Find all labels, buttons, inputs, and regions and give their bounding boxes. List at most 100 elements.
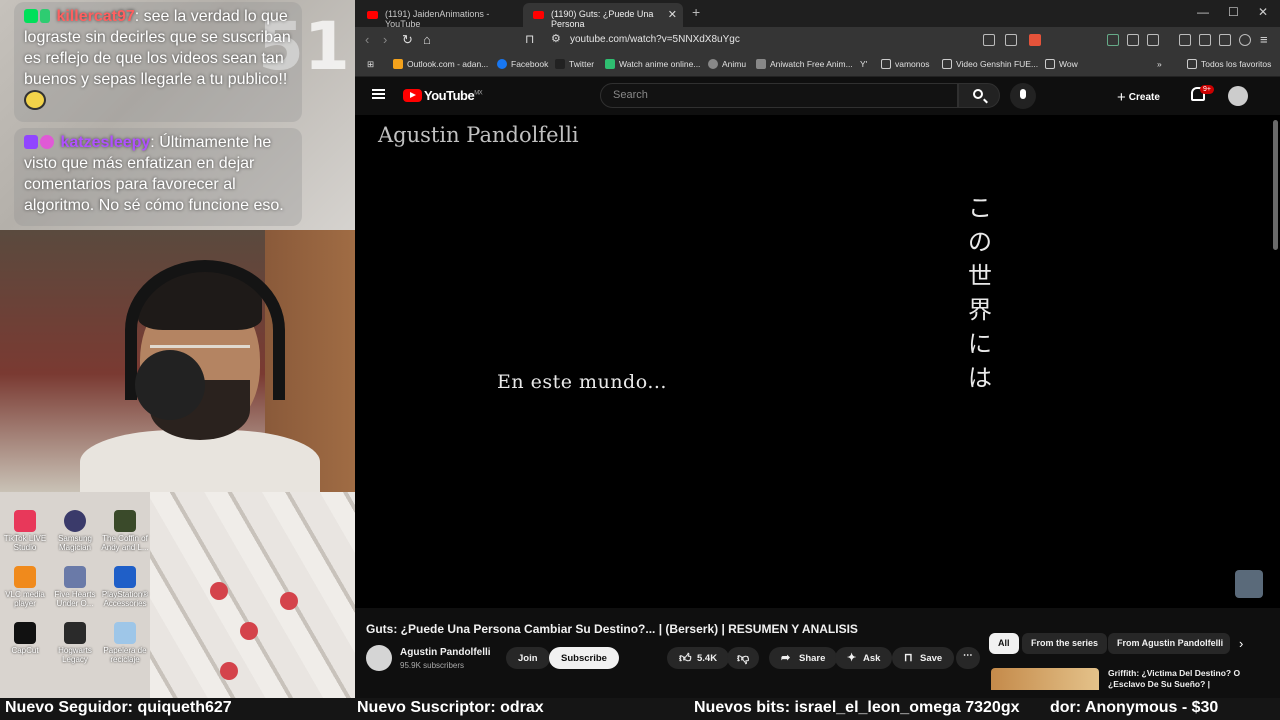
share-page-icon[interactable] [1005,34,1017,46]
video-player[interactable]: Agustin Pandolfelli こ の 世 界 に は En este … [355,115,1280,608]
channel-watermark-icon[interactable] [1235,570,1263,598]
voice-search-button[interactable] [1010,83,1036,109]
minimize-icon[interactable]: — [1197,5,1209,19]
bookmark-twitter[interactable]: Twitter [555,59,594,69]
desktop-icon-tiktok[interactable]: TikTok LIVE Studio [0,510,50,552]
bookmark-icon[interactable]: ⊓ [525,32,534,46]
desktop-icon-recycle-bin[interactable]: Papelera de reciclaje [100,622,150,664]
chevron-right-icon[interactable]: › [1239,636,1243,651]
bookmark-outlook[interactable]: Outlook.com - adan... [393,59,488,69]
forward-icon[interactable]: › [383,32,387,47]
globe-icon [708,59,718,69]
address-bar: ‹ › ↻ ⌂ ⊓ ⚙ youtube.com/watch?v=5NNXdX8u… [355,27,1280,53]
subscriber-count: 95.9K subscribers [400,661,465,670]
hamburger-menu-icon[interactable] [372,89,385,99]
recommended-title[interactable]: Griffith: ¿Victima Del Destino? O ¿Escla… [1108,668,1268,690]
chip-from-series[interactable]: From the series [1022,633,1108,654]
desktop-icon-vlc[interactable]: VLC media player [0,566,50,608]
join-button[interactable]: Join [506,647,550,669]
notification-count: 9+ [1200,85,1214,94]
desktop-icon-five-hearts[interactable]: Five Hearts Under O... [50,566,100,608]
wallpaper-art [150,492,355,698]
facebook-icon [497,59,507,69]
tab-bar: (1191) JaidenAnimations - YouTube (1190)… [355,0,1280,29]
tab-title: (1190) Guts: ¿Puede Una Persona [551,9,654,29]
bookmark-animu[interactable]: Animu [708,59,746,69]
reload-icon[interactable]: ↻ [402,32,413,48]
create-button[interactable]: + Create [1117,84,1160,108]
bookmark-facebook[interactable]: Facebook [497,59,548,69]
chip-from-channel[interactable]: From Agustin Pandolfelli [1108,633,1230,654]
desktop-icon-hogwarts[interactable]: Hogwarts Legacy [50,622,100,664]
home-icon[interactable]: ⌂ [423,32,431,47]
like-button[interactable]: 👍︎ 5.4K [667,647,730,669]
bookmark-misc[interactable]: Y' [860,59,867,69]
scrollbar[interactable] [1273,120,1278,250]
apps-icon[interactable]: ⊞ [367,59,374,70]
subscribe-button[interactable]: Subscribe [549,647,619,669]
music-icon[interactable] [1179,34,1191,46]
flower-shape [240,622,258,640]
tab-jaiden[interactable]: (1191) JaidenAnimations - YouTube [357,3,519,29]
wallet-icon[interactable] [1199,34,1211,46]
close-window-icon[interactable]: ✕ [1258,5,1268,19]
desktop-icon-coffin[interactable]: The Coffin of Andy and L... [100,510,150,552]
new-tab-button[interactable]: + [692,4,700,20]
menu-icon[interactable]: ≡ [1260,32,1268,47]
desktop-icon-label: CapCut [11,646,39,655]
ask-button[interactable]: ✦ Ask [835,647,893,669]
bookmark-vamonos[interactable]: vamonos [881,59,930,69]
desktop-icon-capcut[interactable]: CapCut [0,622,50,655]
bookmark-wow[interactable]: Wow [1045,59,1078,69]
vpn-icon[interactable] [1239,34,1251,46]
bookmark-all-favorites[interactable]: Todos los favoritos [1187,59,1271,69]
tab-title: (1191) JaidenAnimations - YouTube [385,9,490,29]
stream-ticker: Nuevo Seguidor: quiqueth627 Nuevo Suscri… [0,698,1280,720]
bookmark-genshin[interactable]: Video Genshin FUE... [942,59,1038,69]
bookmark-label: Wow [1059,59,1078,69]
ticker-bits: Nuevos bits: israel_el_leon_omega 7320gx [694,699,1020,716]
save-button[interactable]: ⊓ Save [892,647,955,669]
channel-name[interactable]: Agustin Pandolfelli [400,647,491,658]
search-button[interactable] [958,83,1000,108]
recommended-thumbnail[interactable] [991,668,1099,690]
channel-avatar[interactable] [366,645,392,671]
dislike-button[interactable]: 👎︎ [727,647,759,669]
stream-overlay: 51 killercat97: see la verdad lo que log… [0,0,355,698]
url-field[interactable]: youtube.com/watch?v=5NNXdX8uYgc [570,34,740,45]
tab-guts[interactable]: (1190) Guts: ¿Puede Una Persona ✕ [523,3,683,29]
badge-icon [24,9,38,23]
more-bookmarks-icon[interactable]: » [1157,59,1162,69]
like-count: 5.4K [697,653,718,664]
share-icon: ➦ [781,652,791,664]
puzzle-icon[interactable] [1127,34,1139,46]
desktop-icon-samsung[interactable]: Samsung Magician [50,510,100,552]
desktop-icon-label: Samsung Magician [58,534,92,552]
site-info-icon[interactable]: ⚙ [551,32,561,45]
account-avatar[interactable] [1228,86,1248,106]
youtube-logo[interactable]: YouTubeMX [403,88,483,103]
aniwatch-icon [756,59,766,69]
maximize-icon[interactable]: ☐ [1228,5,1239,19]
flower-shape [280,592,298,610]
search-input[interactable]: Search [600,83,958,108]
link-icon[interactable] [1219,34,1231,46]
badge-icon [40,9,50,23]
desktop-icon-playstation[interactable]: PlayStation® Accessories [100,566,150,608]
back-icon[interactable]: ‹ [365,32,369,47]
more-actions-icon[interactable]: ⋯ [956,647,980,669]
bookmark-label: Twitter [569,59,595,69]
cast-icon[interactable] [983,34,995,46]
search-icon [973,89,983,99]
bookmark-aniwatch[interactable]: Aniwatch Free Anim... [756,59,853,69]
share-button[interactable]: ➦ Share [769,647,838,669]
chip-all[interactable]: All [989,633,1019,654]
youtube-header: YouTubeMX Search + Create 9+ [355,77,1280,115]
bookmark-anime[interactable]: Watch anime online... [605,59,700,69]
chat-username: killercat97 [56,8,135,25]
extension-icon[interactable] [1107,34,1119,46]
close-tab-icon[interactable]: ✕ [668,8,677,21]
desktop-icon-label: Five Hearts Under O... [54,590,96,608]
sidebar-icon[interactable] [1147,34,1159,46]
brave-shield-icon[interactable] [1029,34,1041,46]
